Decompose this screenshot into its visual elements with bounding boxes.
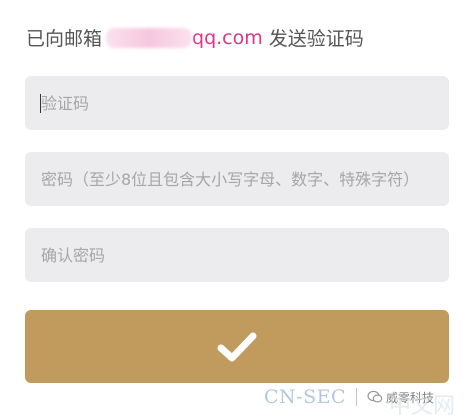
watermark-site: CN-SEC [264,386,347,408]
watermark: CN-SEC 威零科技 中文网 [264,386,455,419]
submit-button[interactable] [25,310,449,383]
confirm-password-input[interactable] [39,227,449,283]
redacted-email [106,27,193,48]
confirm-password-field[interactable] [25,227,449,283]
check-icon [217,332,257,361]
email-sent-notice: 已向邮箱 qq.com 发送验证码 [26,24,364,51]
verification-code-input[interactable] [39,75,449,131]
wechat-icon [367,390,383,403]
watermark-divider [356,388,358,406]
verification-code-field[interactable] [25,75,449,131]
password-field[interactable] [25,151,449,207]
password-input[interactable] [39,151,449,207]
text-caret [40,94,41,113]
notice-prefix: 已向邮箱 [26,28,103,50]
notice-suffix: 发送验证码 [268,28,364,50]
email-domain: qq.com [192,26,263,49]
watermark-overlay: 中文网 [389,394,456,419]
